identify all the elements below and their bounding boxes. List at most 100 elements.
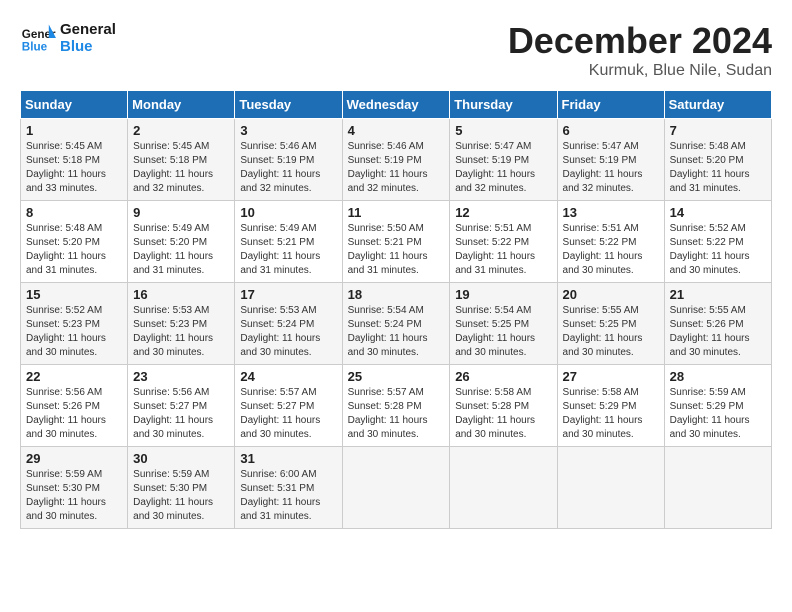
day-info: Sunrise: 5:46 AM Sunset: 5:19 PM Dayligh… bbox=[240, 140, 336, 196]
calendar-cell: 15 Sunrise: 5:52 AM Sunset: 5:23 PM Dayl… bbox=[21, 283, 128, 365]
day-number: 16 bbox=[133, 287, 229, 302]
calendar-cell: 17 Sunrise: 5:53 AM Sunset: 5:24 PM Dayl… bbox=[235, 283, 342, 365]
month-title: December 2024 bbox=[508, 20, 772, 62]
col-thursday: Thursday bbox=[450, 91, 557, 119]
day-number: 3 bbox=[240, 123, 336, 138]
col-tuesday: Tuesday bbox=[235, 91, 342, 119]
day-number: 24 bbox=[240, 369, 336, 384]
day-number: 28 bbox=[670, 369, 766, 384]
day-info: Sunrise: 5:52 AM Sunset: 5:22 PM Dayligh… bbox=[670, 222, 766, 278]
day-number: 17 bbox=[240, 287, 336, 302]
calendar-cell: 31 Sunrise: 6:00 AM Sunset: 5:31 PM Dayl… bbox=[235, 447, 342, 529]
day-number: 8 bbox=[26, 205, 122, 220]
day-info: Sunrise: 5:54 AM Sunset: 5:24 PM Dayligh… bbox=[348, 304, 445, 360]
calendar-week-row: 22 Sunrise: 5:56 AM Sunset: 5:26 PM Dayl… bbox=[21, 365, 772, 447]
calendar-cell: 28 Sunrise: 5:59 AM Sunset: 5:29 PM Dayl… bbox=[664, 365, 771, 447]
day-number: 15 bbox=[26, 287, 122, 302]
day-info: Sunrise: 5:59 AM Sunset: 5:30 PM Dayligh… bbox=[26, 468, 122, 524]
calendar-cell: 23 Sunrise: 5:56 AM Sunset: 5:27 PM Dayl… bbox=[128, 365, 235, 447]
day-number: 14 bbox=[670, 205, 766, 220]
day-info: Sunrise: 5:47 AM Sunset: 5:19 PM Dayligh… bbox=[455, 140, 551, 196]
col-friday: Friday bbox=[557, 91, 664, 119]
svg-text:Blue: Blue bbox=[22, 41, 48, 54]
calendar-table: Sunday Monday Tuesday Wednesday Thursday… bbox=[20, 90, 772, 529]
calendar-cell: 20 Sunrise: 5:55 AM Sunset: 5:25 PM Dayl… bbox=[557, 283, 664, 365]
day-info: Sunrise: 5:53 AM Sunset: 5:23 PM Dayligh… bbox=[133, 304, 229, 360]
col-saturday: Saturday bbox=[664, 91, 771, 119]
day-info: Sunrise: 5:56 AM Sunset: 5:26 PM Dayligh… bbox=[26, 386, 122, 442]
day-number: 31 bbox=[240, 451, 336, 466]
col-wednesday: Wednesday bbox=[342, 91, 450, 119]
header-row: Sunday Monday Tuesday Wednesday Thursday… bbox=[21, 91, 772, 119]
day-info: Sunrise: 5:47 AM Sunset: 5:19 PM Dayligh… bbox=[563, 140, 659, 196]
calendar-cell: 12 Sunrise: 5:51 AM Sunset: 5:22 PM Dayl… bbox=[450, 201, 557, 283]
day-info: Sunrise: 5:57 AM Sunset: 5:27 PM Dayligh… bbox=[240, 386, 336, 442]
calendar-cell: 16 Sunrise: 5:53 AM Sunset: 5:23 PM Dayl… bbox=[128, 283, 235, 365]
calendar-week-row: 29 Sunrise: 5:59 AM Sunset: 5:30 PM Dayl… bbox=[21, 447, 772, 529]
day-info: Sunrise: 5:45 AM Sunset: 5:18 PM Dayligh… bbox=[26, 140, 122, 196]
calendar-cell: 8 Sunrise: 5:48 AM Sunset: 5:20 PM Dayli… bbox=[21, 201, 128, 283]
calendar-cell bbox=[342, 447, 450, 529]
day-info: Sunrise: 5:55 AM Sunset: 5:25 PM Dayligh… bbox=[563, 304, 659, 360]
calendar-cell: 5 Sunrise: 5:47 AM Sunset: 5:19 PM Dayli… bbox=[450, 119, 557, 201]
day-number: 27 bbox=[563, 369, 659, 384]
day-number: 12 bbox=[455, 205, 551, 220]
calendar-week-row: 15 Sunrise: 5:52 AM Sunset: 5:23 PM Dayl… bbox=[21, 283, 772, 365]
day-info: Sunrise: 6:00 AM Sunset: 5:31 PM Dayligh… bbox=[240, 468, 336, 524]
day-number: 30 bbox=[133, 451, 229, 466]
day-info: Sunrise: 5:51 AM Sunset: 5:22 PM Dayligh… bbox=[455, 222, 551, 278]
calendar-cell: 18 Sunrise: 5:54 AM Sunset: 5:24 PM Dayl… bbox=[342, 283, 450, 365]
calendar-cell: 7 Sunrise: 5:48 AM Sunset: 5:20 PM Dayli… bbox=[664, 119, 771, 201]
day-info: Sunrise: 5:50 AM Sunset: 5:21 PM Dayligh… bbox=[348, 222, 445, 278]
day-number: 13 bbox=[563, 205, 659, 220]
day-info: Sunrise: 5:54 AM Sunset: 5:25 PM Dayligh… bbox=[455, 304, 551, 360]
day-number: 18 bbox=[348, 287, 445, 302]
day-number: 9 bbox=[133, 205, 229, 220]
calendar-cell: 21 Sunrise: 5:55 AM Sunset: 5:26 PM Dayl… bbox=[664, 283, 771, 365]
calendar-cell: 13 Sunrise: 5:51 AM Sunset: 5:22 PM Dayl… bbox=[557, 201, 664, 283]
logo-general: General bbox=[60, 21, 116, 38]
day-number: 7 bbox=[670, 123, 766, 138]
day-number: 21 bbox=[670, 287, 766, 302]
calendar-cell: 25 Sunrise: 5:57 AM Sunset: 5:28 PM Dayl… bbox=[342, 365, 450, 447]
calendar-week-row: 1 Sunrise: 5:45 AM Sunset: 5:18 PM Dayli… bbox=[21, 119, 772, 201]
day-info: Sunrise: 5:45 AM Sunset: 5:18 PM Dayligh… bbox=[133, 140, 229, 196]
day-number: 1 bbox=[26, 123, 122, 138]
day-number: 23 bbox=[133, 369, 229, 384]
col-sunday: Sunday bbox=[21, 91, 128, 119]
calendar-cell: 29 Sunrise: 5:59 AM Sunset: 5:30 PM Dayl… bbox=[21, 447, 128, 529]
day-number: 2 bbox=[133, 123, 229, 138]
calendar-cell bbox=[664, 447, 771, 529]
calendar-cell: 1 Sunrise: 5:45 AM Sunset: 5:18 PM Dayli… bbox=[21, 119, 128, 201]
day-number: 4 bbox=[348, 123, 445, 138]
page-header: General Blue General Blue December 2024 … bbox=[20, 20, 772, 80]
day-number: 19 bbox=[455, 287, 551, 302]
calendar-cell: 6 Sunrise: 5:47 AM Sunset: 5:19 PM Dayli… bbox=[557, 119, 664, 201]
location-title: Kurmuk, Blue Nile, Sudan bbox=[508, 62, 772, 80]
calendar-cell: 26 Sunrise: 5:58 AM Sunset: 5:28 PM Dayl… bbox=[450, 365, 557, 447]
calendar-cell bbox=[450, 447, 557, 529]
day-info: Sunrise: 5:59 AM Sunset: 5:30 PM Dayligh… bbox=[133, 468, 229, 524]
day-info: Sunrise: 5:57 AM Sunset: 5:28 PM Dayligh… bbox=[348, 386, 445, 442]
day-info: Sunrise: 5:53 AM Sunset: 5:24 PM Dayligh… bbox=[240, 304, 336, 360]
day-number: 11 bbox=[348, 205, 445, 220]
logo: General Blue General Blue bbox=[20, 20, 116, 56]
day-number: 6 bbox=[563, 123, 659, 138]
day-info: Sunrise: 5:48 AM Sunset: 5:20 PM Dayligh… bbox=[670, 140, 766, 196]
day-info: Sunrise: 5:56 AM Sunset: 5:27 PM Dayligh… bbox=[133, 386, 229, 442]
day-number: 5 bbox=[455, 123, 551, 138]
col-monday: Monday bbox=[128, 91, 235, 119]
calendar-cell bbox=[557, 447, 664, 529]
calendar-cell: 22 Sunrise: 5:56 AM Sunset: 5:26 PM Dayl… bbox=[21, 365, 128, 447]
day-info: Sunrise: 5:52 AM Sunset: 5:23 PM Dayligh… bbox=[26, 304, 122, 360]
day-info: Sunrise: 5:55 AM Sunset: 5:26 PM Dayligh… bbox=[670, 304, 766, 360]
calendar-cell: 30 Sunrise: 5:59 AM Sunset: 5:30 PM Dayl… bbox=[128, 447, 235, 529]
day-info: Sunrise: 5:51 AM Sunset: 5:22 PM Dayligh… bbox=[563, 222, 659, 278]
day-info: Sunrise: 5:48 AM Sunset: 5:20 PM Dayligh… bbox=[26, 222, 122, 278]
calendar-cell: 3 Sunrise: 5:46 AM Sunset: 5:19 PM Dayli… bbox=[235, 119, 342, 201]
logo-icon: General Blue bbox=[20, 20, 56, 56]
day-number: 26 bbox=[455, 369, 551, 384]
calendar-cell: 24 Sunrise: 5:57 AM Sunset: 5:27 PM Dayl… bbox=[235, 365, 342, 447]
day-number: 22 bbox=[26, 369, 122, 384]
calendar-cell: 2 Sunrise: 5:45 AM Sunset: 5:18 PM Dayli… bbox=[128, 119, 235, 201]
